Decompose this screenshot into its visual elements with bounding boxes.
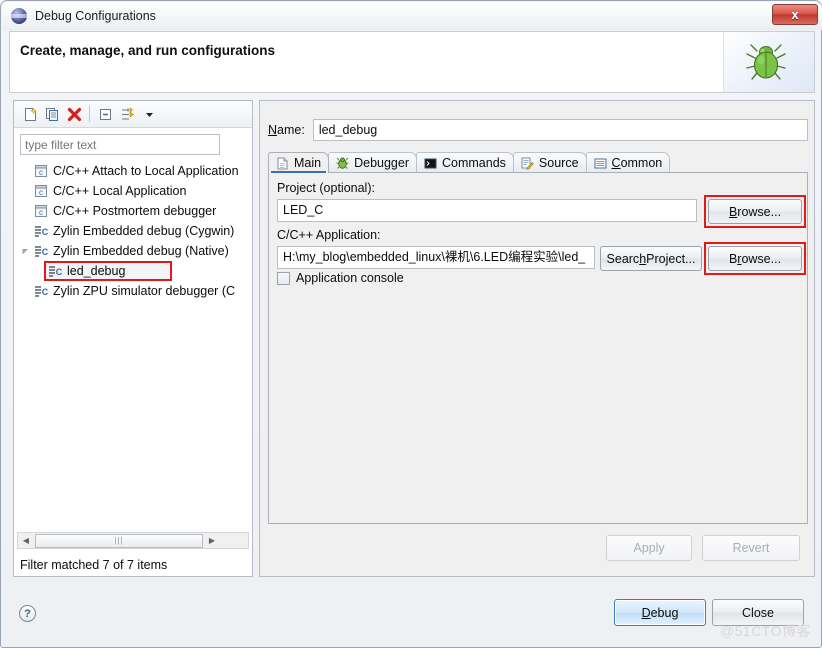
tree-twisty — [18, 221, 32, 241]
name-input[interactable] — [312, 119, 808, 141]
name-label: Name: — [268, 123, 305, 137]
application-browse-button[interactable]: Br owse... — [708, 246, 802, 271]
project-input[interactable]: LED_C — [277, 199, 697, 222]
tree-item-label: Zylin Embedded debug (Cygwin) — [53, 224, 235, 238]
tab-label: Common — [611, 156, 663, 170]
application-console-label: Application console — [296, 271, 404, 285]
c-file-icon: c — [32, 203, 50, 219]
tab-commands[interactable]: Commands — [416, 152, 514, 173]
new-configuration-button[interactable] — [19, 104, 41, 125]
close-window-button[interactable]: x — [772, 4, 818, 25]
tree-twisty — [18, 261, 32, 281]
scroll-right-arrow[interactable]: ▶ — [204, 533, 220, 548]
duplicate-configuration-button[interactable] — [41, 104, 63, 125]
commands-terminal-icon — [423, 156, 438, 170]
tree-item-label: C/C++ Attach to Local Application — [53, 164, 239, 178]
main-tab-content: Project (optional): LED_C Browse... C/C+… — [268, 172, 808, 524]
c-file-icon: c — [32, 183, 50, 199]
filter-arrows-icon[interactable] — [116, 104, 138, 125]
tree-expand-twisty[interactable] — [18, 241, 32, 261]
svg-text:C: C — [41, 287, 48, 297]
window-title: Debug Configurations — [35, 9, 156, 23]
tab-label: Source — [538, 156, 579, 170]
application-input[interactable]: H:\my_blog\embedded_linux\裸机\6.LED编程实验\l… — [277, 246, 595, 269]
zylin-debug-icon: C — [32, 243, 50, 259]
debugger-bug-icon — [335, 156, 350, 170]
tree-item-cpp-attach[interactable]: c C/C++ Attach to Local Application — [16, 161, 250, 181]
tree-toolbar — [14, 101, 252, 128]
c-file-icon: c — [32, 163, 50, 179]
name-row: Name: — [268, 119, 808, 141]
eclipse-debug-icon — [11, 8, 27, 24]
debug-configurations-dialog: Debug Configurations x Create, manage, a… — [0, 0, 822, 648]
tab-main[interactable]: Main — [268, 152, 330, 173]
configurations-tree[interactable]: c C/C++ Attach to Local Application c C/… — [16, 161, 250, 571]
tab-label: Commands — [442, 156, 506, 170]
configuration-tabs: Main Debugger Commands Source Common — [268, 151, 808, 173]
search-project-button[interactable]: Searc h Project... — [600, 246, 702, 271]
tab-common[interactable]: Common — [585, 152, 671, 173]
source-pencil-icon — [520, 156, 535, 170]
svg-text:c: c — [39, 208, 43, 217]
tree-horizontal-scrollbar[interactable]: ◀ ||| ▶ — [17, 532, 249, 549]
tab-label: Debugger — [354, 156, 409, 170]
tree-item-label: C/C++ Postmortem debugger — [53, 204, 217, 218]
main-document-icon — [275, 156, 290, 170]
svg-text:C: C — [41, 227, 48, 237]
filter-status-text: Filter matched 7 of 7 items — [20, 558, 168, 572]
help-button[interactable]: ? — [19, 605, 36, 622]
tree-twisty — [18, 161, 32, 181]
tree-item-zylin-cygwin[interactable]: C Zylin Embedded debug (Cygwin) — [16, 221, 250, 241]
toolbar-separator — [89, 106, 90, 122]
configurations-tree-panel: c C/C++ Attach to Local Application c C/… — [13, 100, 253, 577]
tree-item-label: Zylin ZPU simulator debugger (C — [53, 284, 236, 298]
tree-twisty — [18, 181, 32, 201]
zylin-debug-icon: C — [32, 223, 50, 239]
tree-item-zylin-native[interactable]: C Zylin Embedded debug (Native) — [16, 241, 250, 261]
svg-text:c: c — [39, 188, 43, 197]
zylin-debug-icon: C — [32, 283, 50, 299]
configuration-editor-panel: Name: Main — [259, 100, 815, 577]
tree-item-label: C/C++ Local Application — [53, 184, 187, 198]
project-browse-button[interactable]: Browse... — [708, 199, 802, 224]
tree-item-led-debug[interactable]: C led_debug — [16, 261, 250, 281]
revert-button[interactable]: Revert — [702, 535, 800, 561]
tree-item-label: led_debug — [67, 264, 126, 278]
page-title: Create, manage, and run configurations — [20, 43, 276, 58]
application-console-checkbox[interactable]: Application console — [277, 271, 404, 285]
tree-item-cpp-local[interactable]: c C/C++ Local Application — [16, 181, 250, 201]
tab-label: Main — [294, 156, 322, 170]
zylin-debug-icon: C — [46, 263, 64, 279]
checkbox-box — [277, 271, 290, 285]
red-x-delete-icon[interactable] — [63, 104, 85, 125]
tree-twisty — [18, 281, 32, 301]
chevron-down-icon[interactable] — [138, 104, 160, 125]
title-bar: Debug Configurations x — [2, 2, 822, 30]
watermark: @51CTO博客 — [719, 623, 811, 639]
scrollbar-grip: ||| — [114, 536, 124, 545]
application-label: C/C++ Application: — [277, 228, 381, 242]
tab-debugger[interactable]: Debugger — [328, 152, 417, 173]
header-banner — [723, 32, 814, 92]
svg-text:C: C — [41, 247, 48, 257]
project-label: Project (optional): — [277, 181, 375, 195]
svg-text:C: C — [55, 267, 62, 277]
svg-text:c: c — [39, 168, 43, 177]
debug-button[interactable]: Debug — [614, 599, 706, 626]
tab-source[interactable]: Source — [512, 152, 587, 173]
tree-twisty — [18, 201, 32, 221]
tree-item-cpp-postmortem[interactable]: c C/C++ Postmortem debugger — [16, 201, 250, 221]
scrollbar-thumb[interactable]: ||| — [35, 533, 203, 548]
green-bug-icon — [746, 44, 786, 80]
apply-button[interactable]: Apply — [606, 535, 692, 561]
filter-input[interactable] — [20, 134, 220, 155]
tree-item-label: Zylin Embedded debug (Native) — [53, 244, 229, 258]
common-list-icon — [593, 156, 608, 170]
scroll-left-arrow[interactable]: ◀ — [18, 533, 34, 548]
collapse-all-button[interactable] — [94, 104, 116, 125]
dialog-header: Create, manage, and run configurations — [9, 31, 815, 93]
tree-item-zylin-zpu[interactable]: C Zylin ZPU simulator debugger (C — [16, 281, 250, 301]
